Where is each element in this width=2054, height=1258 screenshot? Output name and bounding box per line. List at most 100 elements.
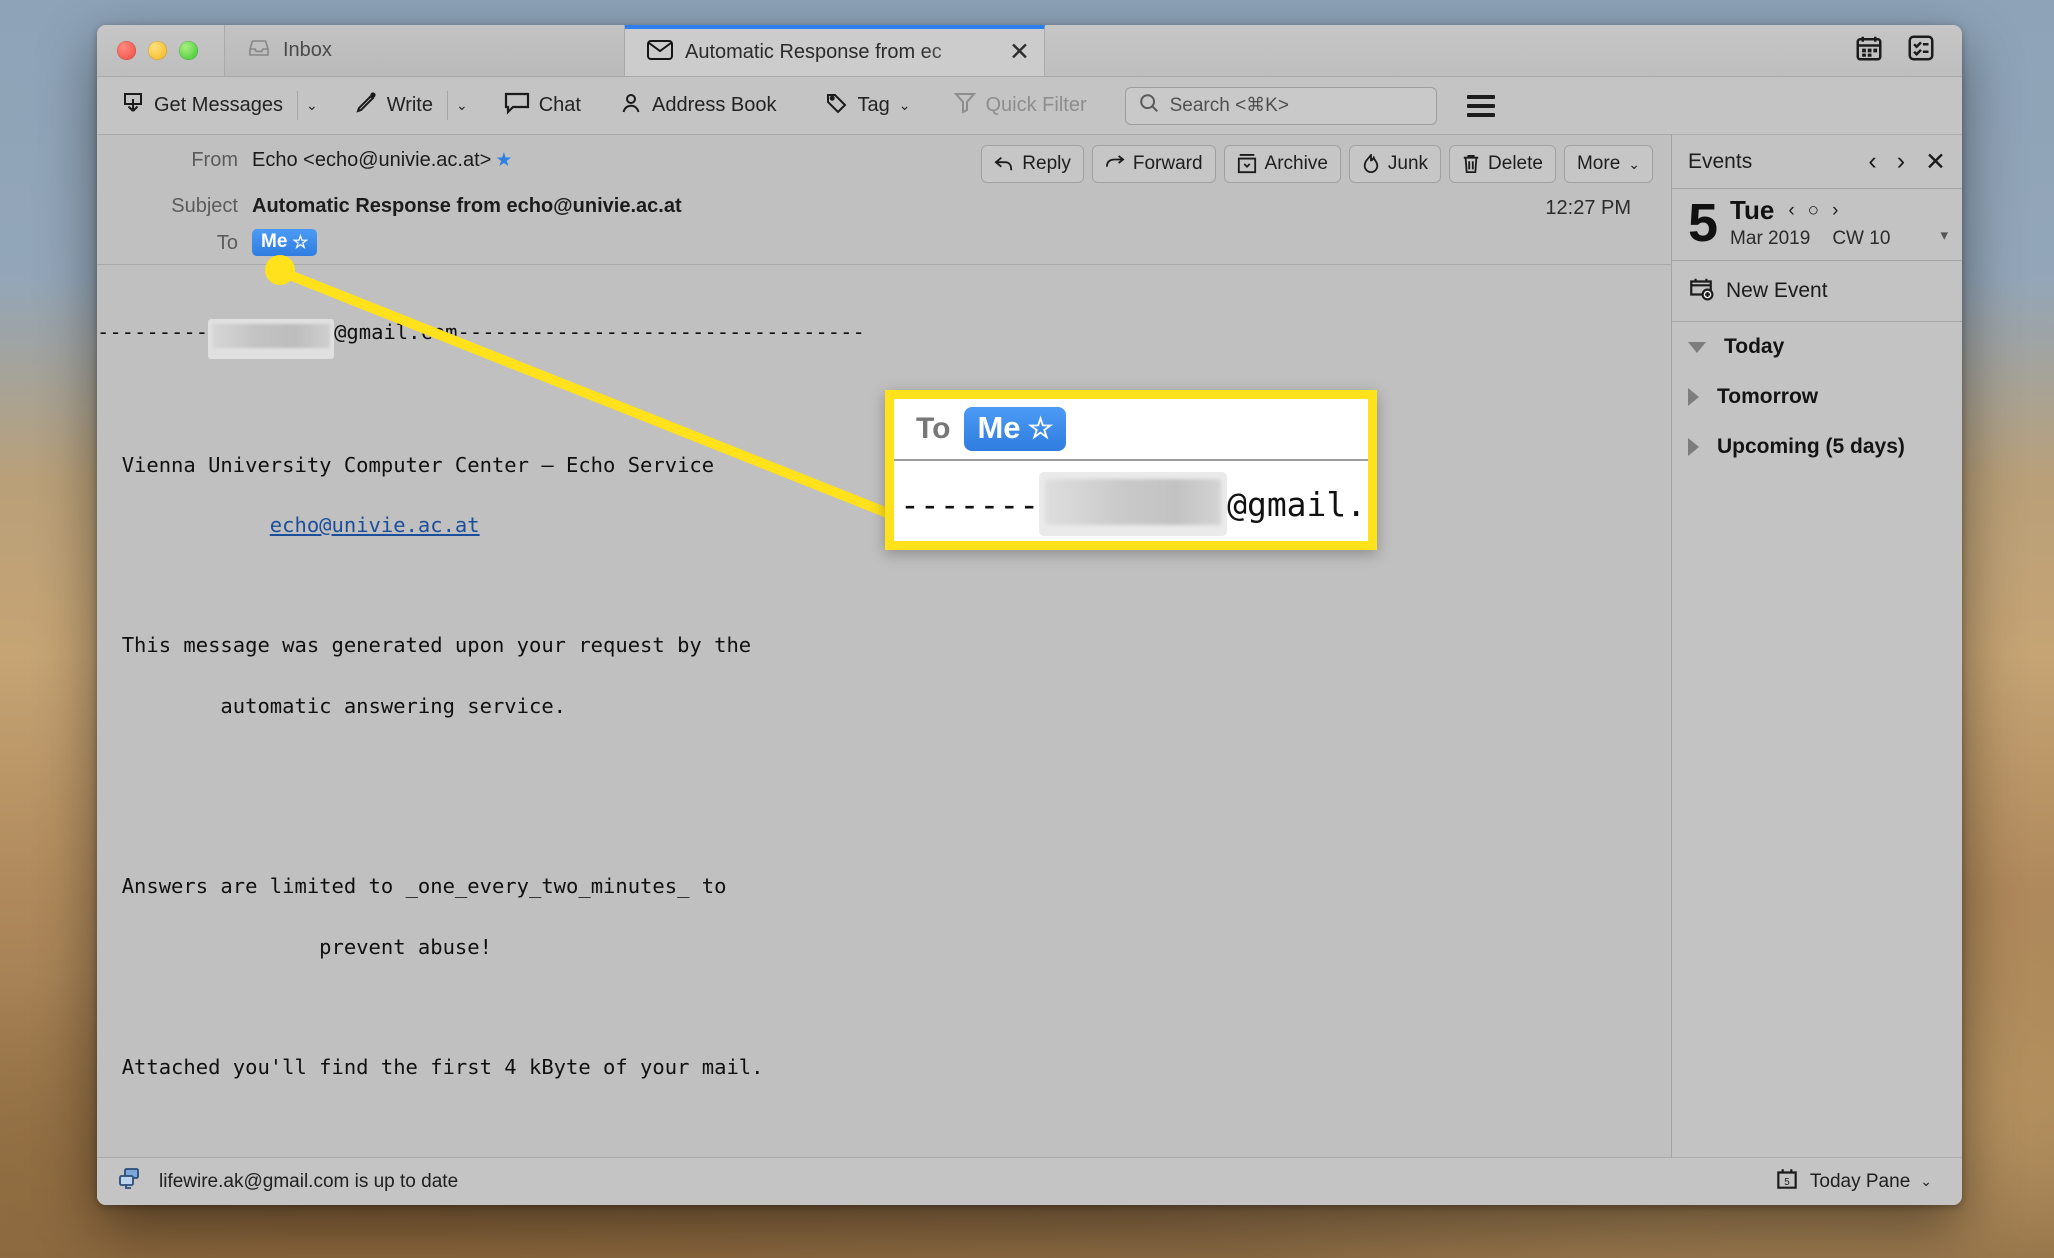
maximize-window-button[interactable]: [179, 41, 198, 60]
tag-button[interactable]: Tag ⌄: [815, 85, 921, 127]
write-dropdown[interactable]: ⌄: [447, 91, 476, 120]
hamburger-line: [1466, 103, 1495, 108]
generated-line-2: automatic answering service.: [220, 693, 566, 718]
trash-icon: [1463, 155, 1479, 173]
address-book-button[interactable]: Address Book: [609, 85, 787, 127]
reply-arrow-icon: [994, 157, 1013, 171]
calendar-icon[interactable]: [1854, 33, 1884, 68]
close-icon[interactable]: ✕: [1005, 40, 1034, 65]
separator-dashes: ---------: [97, 320, 209, 345]
hamburger-line: [1466, 112, 1495, 117]
close-window-button[interactable]: [117, 41, 136, 60]
get-messages-button[interactable]: Get Messages: [111, 85, 293, 127]
archive-button[interactable]: Archive: [1223, 145, 1341, 183]
new-event-button[interactable]: New Event: [1672, 261, 1962, 322]
window-titlebar: Inbox Automatic Response from ec ✕: [97, 25, 1962, 77]
body-line: prevent abuse!: [97, 932, 1671, 962]
date-number: 5: [1688, 192, 1719, 253]
triangle-right-icon[interactable]: [1688, 438, 1699, 456]
tab-inbox[interactable]: Inbox: [225, 25, 625, 76]
body-line: [97, 811, 1671, 841]
junk-button[interactable]: Junk: [1348, 145, 1442, 183]
main-toolbar: Get Messages ⌄ Write ⌄ Chat Address Book…: [97, 77, 1962, 135]
tab-automatic-response[interactable]: Automatic Response from ec ✕: [625, 25, 1045, 76]
message-body: --------- @gmail.com---------------------…: [97, 265, 1671, 1157]
triangle-down-icon[interactable]: [1688, 341, 1706, 353]
limit-line-2: prevent abuse!: [319, 934, 492, 959]
events-date-row: 5 Tue ‹ ○ › Mar 2019 CW 10 ▾: [1672, 189, 1962, 261]
quick-filter-button[interactable]: Quick Filter: [944, 85, 1096, 127]
limit-emphasis: _one_every_two_minutes_: [405, 874, 690, 899]
events-group-upcoming[interactable]: Upcoming (5 days): [1672, 422, 1962, 472]
today-pane-button[interactable]: 5 Today Pane ⌄: [1774, 1166, 1944, 1198]
message-time: 12:27 PM: [1545, 197, 1631, 219]
message-header: From Echo <echo@univie.ac.at> ★ Reply For…: [97, 135, 1671, 265]
app-menu-button[interactable]: [1461, 89, 1501, 123]
person-icon: [619, 91, 643, 121]
subject-label: Subject: [171, 195, 238, 217]
write-button[interactable]: Write: [344, 85, 443, 127]
from-address[interactable]: Echo <echo@univie.ac.at>: [252, 149, 491, 171]
reply-label: Reply: [1022, 153, 1071, 174]
org-line: Vienna University Computer Center — Echo…: [121, 452, 715, 477]
new-event-label: New Event: [1726, 279, 1828, 302]
day-of-week: Tue: [1730, 195, 1775, 225]
today-circle-icon[interactable]: ○: [1808, 200, 1819, 222]
chevron-right-icon[interactable]: ›: [1897, 147, 1905, 176]
callout-recipient-pill-me: Me ☆: [964, 407, 1066, 451]
star-outline-icon[interactable]: ☆: [292, 232, 308, 253]
callout-separator-left: -------: [900, 484, 1040, 524]
chevron-left-icon[interactable]: ‹: [1788, 200, 1794, 222]
echo-email-link[interactable]: echo@univie.ac.at: [270, 513, 480, 537]
more-button[interactable]: More ⌄: [1563, 145, 1653, 183]
callout-email-domain: @gmail.com: [1227, 484, 1368, 524]
from-value: Echo <echo@univie.ac.at> ★: [252, 145, 512, 172]
events-group-tomorrow[interactable]: Tomorrow: [1672, 372, 1962, 422]
tag-label: Tag: [857, 94, 890, 116]
today-pane-label: Today Pane: [1809, 1170, 1911, 1192]
get-messages-dropdown[interactable]: ⌄: [296, 91, 326, 120]
network-icon: [117, 1167, 143, 1197]
subject-row: Subject Automatic Response from echo@uni…: [97, 191, 1671, 220]
body-line: automatic answering service.: [97, 691, 1671, 721]
chat-label: Chat: [538, 94, 581, 116]
chevron-down-icon[interactable]: ⌄: [899, 97, 911, 114]
search-input[interactable]: Search <⌘K>: [1124, 86, 1437, 125]
chevron-right-icon[interactable]: ›: [1832, 200, 1838, 222]
from-label: From: [191, 149, 238, 171]
titlebar-icons: [1854, 25, 1962, 76]
redacted-email-box: [208, 319, 335, 360]
recipient-pill-me[interactable]: Me ☆: [252, 229, 317, 256]
body-line: [97, 389, 1671, 419]
body-line: [97, 570, 1671, 600]
chevron-down-icon[interactable]: ▾: [1940, 226, 1948, 250]
minimize-window-button[interactable]: [148, 41, 167, 60]
star-icon[interactable]: ★: [495, 150, 512, 171]
subject-value: Automatic Response from echo@univie.ac.a…: [252, 195, 682, 217]
events-header: Events ‹ › ✕: [1672, 135, 1962, 189]
reply-button[interactable]: Reply: [981, 145, 1084, 183]
zoom-callout: To Me ☆ -------@gmail.com--: [885, 390, 1377, 550]
callout-anchor-dot: [265, 255, 295, 285]
inbox-icon: [247, 36, 271, 66]
redaction-blur: [1045, 479, 1222, 525]
calendar-week: CW 10: [1832, 228, 1891, 249]
forward-button[interactable]: Forward: [1091, 145, 1216, 183]
tasks-icon[interactable]: [1906, 33, 1936, 68]
chevron-down-icon: ⌄: [1920, 1173, 1932, 1189]
callout-email-row: -------@gmail.com--: [894, 461, 1368, 541]
chat-button[interactable]: Chat: [494, 85, 591, 127]
date-sub-row: Mar 2019 CW 10: [1730, 228, 1890, 250]
chevron-left-icon[interactable]: ‹: [1868, 147, 1876, 176]
pencil-icon: [354, 91, 378, 121]
triangle-right-icon[interactable]: [1688, 388, 1699, 406]
more-label: More: [1576, 153, 1621, 174]
archive-box-icon: [1237, 154, 1256, 174]
close-icon[interactable]: ✕: [1925, 147, 1946, 177]
events-group-today[interactable]: Today: [1672, 322, 1962, 372]
delete-button[interactable]: Delete: [1449, 145, 1556, 183]
body-line: Attached you'll find the first 4 kByte o…: [97, 1052, 1671, 1082]
new-event-icon: [1688, 275, 1714, 307]
body-line: [97, 751, 1671, 781]
tab-label: Inbox: [283, 39, 332, 61]
